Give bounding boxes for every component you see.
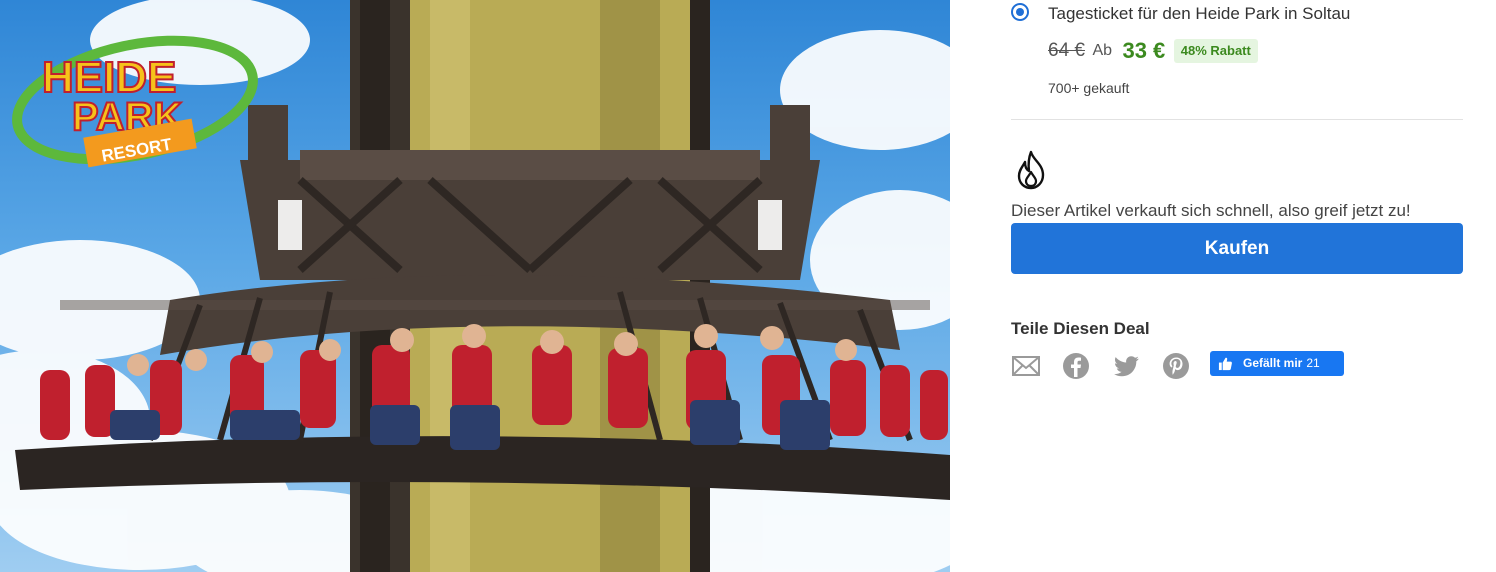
new-price: 33 € xyxy=(1122,38,1166,63)
like-text: Gefällt mir xyxy=(1243,356,1303,370)
buy-button[interactable]: Kaufen xyxy=(1011,223,1463,274)
email-icon[interactable] xyxy=(1011,351,1041,381)
sold-count: 700+ gekauft xyxy=(1048,80,1130,96)
divider xyxy=(1011,119,1463,120)
deal-hero-image: HEIDE PARK RESORT xyxy=(0,0,950,572)
deal-sidebar: Tagesticket für den Heide Park in Soltau… xyxy=(1011,0,1463,572)
heide-park-logo: HEIDE PARK RESORT xyxy=(12,35,258,168)
option-title: Tagesticket für den Heide Park in Soltau xyxy=(1048,4,1351,23)
discount-badge: 48% Rabatt xyxy=(1173,39,1258,63)
option-radio[interactable] xyxy=(1011,3,1029,21)
twitter-icon[interactable] xyxy=(1111,351,1141,381)
share-title: Teile Diesen Deal xyxy=(1011,319,1150,338)
old-price: 64 € xyxy=(1048,40,1085,61)
price-prefix: Ab xyxy=(1092,42,1113,59)
like-label: Gefällt mir 21 xyxy=(1243,351,1320,376)
fire-icon xyxy=(1017,150,1045,190)
drop-tower-illustration: HEIDE PARK RESORT xyxy=(0,0,950,572)
price-row: 64 € Ab 33 € 48% Rabatt xyxy=(1048,37,1468,65)
pinterest-icon[interactable] xyxy=(1161,351,1191,381)
facebook-icon[interactable] xyxy=(1061,351,1091,381)
thumbs-up-icon xyxy=(1218,357,1232,371)
like-count: 21 xyxy=(1306,356,1320,370)
facebook-like-button[interactable]: Gefällt mir 21 xyxy=(1210,351,1344,376)
deal-option[interactable]: Tagesticket für den Heide Park in Soltau xyxy=(1011,2,1463,26)
urgency-text: Dieser Artikel verkauft sich schnell, al… xyxy=(1011,201,1411,220)
